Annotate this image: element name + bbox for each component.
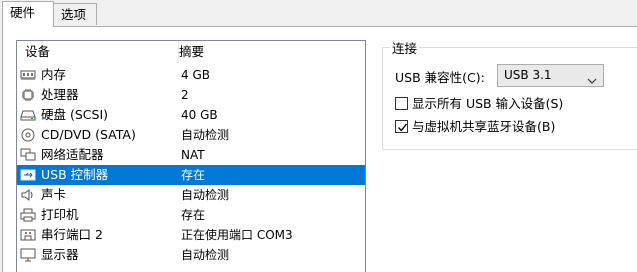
device-name: USB 控制器 (41, 167, 109, 182)
sound-card-icon (20, 188, 36, 202)
show-all-usb-label: 显示所有 USB 输入设备(S) (412, 96, 564, 111)
device-summary: 自动检测 (181, 188, 230, 202)
device-row-processor[interactable]: 处理器 2 (17, 85, 365, 105)
tab-options[interactable]: 选项 (53, 3, 97, 25)
device-summary: 正在使用端口 COM3 (181, 228, 293, 242)
device-name: CD/DVD (SATA) (41, 127, 136, 142)
usb-icon (20, 168, 36, 182)
device-list-header: 设备 摘要 (17, 41, 365, 63)
network-adapter-icon (20, 148, 36, 162)
device-name: 打印机 (41, 207, 79, 222)
chevron-down-icon (587, 71, 597, 92)
device-summary: 4 GB (181, 68, 210, 82)
device-summary: 2 (181, 88, 189, 102)
device-row-display[interactable]: 显示器 自动检测 (17, 245, 365, 265)
device-row-network-adapter[interactable]: 网络适配器 NAT (17, 145, 365, 165)
device-name: 硬盘 (SCSI) (41, 107, 109, 122)
device-name: 串行端口 2 (41, 227, 103, 242)
device-summary: 存在 (181, 208, 206, 222)
show-all-usb-checkbox[interactable]: 显示所有 USB 输入设备(S) (395, 95, 615, 113)
tab-bar: 硬件 选项 (0, 0, 637, 27)
checkbox-box[interactable] (395, 97, 408, 110)
cd-dvd-icon (20, 128, 36, 142)
device-row-sound-card[interactable]: 声卡 自动检测 (17, 185, 365, 205)
usb-compatibility-value: USB 3.1 (504, 68, 552, 82)
usb-compatibility-label: USB 兼容性(C): (395, 70, 485, 85)
device-summary: 自动检测 (181, 248, 230, 262)
device-summary: 40 GB (181, 108, 218, 122)
share-bluetooth-label: 与虚拟机共享蓝牙设备(B) (412, 119, 556, 134)
device-name: 声卡 (41, 187, 67, 202)
device-summary: NAT (181, 148, 205, 162)
processor-icon (20, 88, 36, 102)
display-icon (20, 248, 36, 262)
device-name: 内存 (41, 67, 67, 82)
device-name: 处理器 (41, 87, 79, 102)
hard-disk-icon (20, 108, 36, 122)
device-summary: 存在 (181, 168, 206, 182)
share-bluetooth-checkbox[interactable]: 与虚拟机共享蓝牙设备(B) (395, 118, 615, 136)
device-list[interactable]: 设备 摘要 内存 4 GB 处理器 2 硬盘 (SCSI) 40 GB CD/D… (16, 40, 366, 272)
device-row-printer[interactable]: 打印机 存在 (17, 205, 365, 225)
device-summary: 自动检测 (181, 128, 230, 142)
column-header-device[interactable]: 设备 (20, 41, 179, 63)
device-row-memory[interactable]: 内存 4 GB (17, 65, 365, 85)
device-row-serial-port[interactable]: 串行端口 2 正在使用端口 COM3 (17, 225, 365, 245)
connection-group-title: 连接 (390, 38, 420, 57)
usb-compatibility-select[interactable]: USB 3.1 (497, 64, 604, 87)
memory-icon (20, 68, 36, 82)
device-row-cd-dvd[interactable]: CD/DVD (SATA) 自动检测 (17, 125, 365, 145)
column-header-summary[interactable]: 摘要 (179, 41, 365, 63)
tab-hardware[interactable]: 硬件 (2, 1, 54, 27)
checkbox-box[interactable] (395, 120, 408, 133)
printer-icon (20, 208, 36, 222)
device-row-usb-controller[interactable]: USB 控制器 存在 (17, 165, 365, 185)
serial-port-icon (20, 228, 36, 242)
vm-settings-window: 硬件 选项 设备 摘要 内存 4 GB 处理器 2 硬盘 (SCSI) 40 G… (0, 0, 637, 272)
checkmark-icon (397, 123, 408, 132)
device-row-hard-disk[interactable]: 硬盘 (SCSI) 40 GB (17, 105, 365, 125)
device-name: 网络适配器 (41, 147, 104, 162)
device-name: 显示器 (41, 247, 79, 262)
